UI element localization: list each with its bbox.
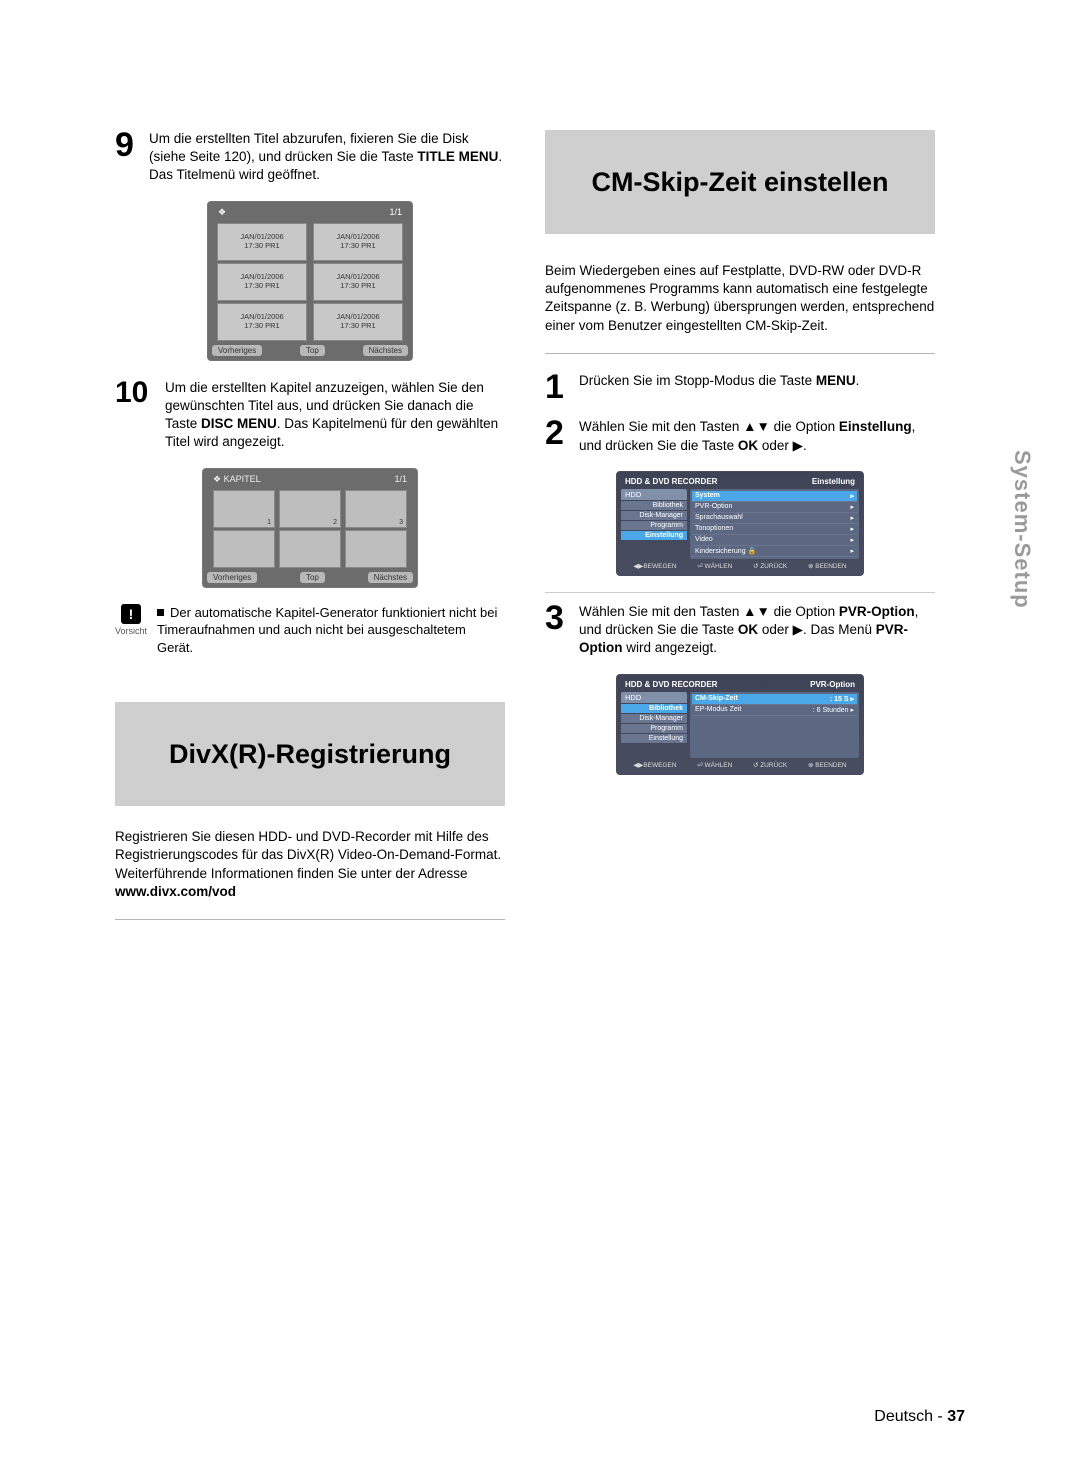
prev-button: Vorheriges xyxy=(207,572,257,583)
step-text: Drücken Sie im Stopp-Modus die Taste MEN… xyxy=(579,372,859,403)
side-item: Programm xyxy=(621,521,687,530)
step-3: 3 Wählen Sie mit den Tasten ▲▼ die Optio… xyxy=(545,603,935,658)
side-item: Disk-Manager xyxy=(621,511,687,520)
menu-row: EP-Modus Zeit: 6 Stunden ▸ xyxy=(692,705,857,716)
title-menu-screenshot: ❖ 1/1 JAN/01/200617:30 PR1 JAN/01/200617… xyxy=(207,201,413,361)
prev-button: Vorheriges xyxy=(212,345,262,356)
title-thumb: JAN/01/200617:30 PR1 xyxy=(217,303,307,341)
cmskip-section-title: CM-Skip-Zeit einstellen xyxy=(545,130,935,234)
title-thumb: JAN/01/200617:30 PR1 xyxy=(313,263,403,301)
menu-row: CM-Skip-Zeit: 15 S ▸ xyxy=(692,694,857,705)
menu-row: System▸ xyxy=(692,491,857,502)
next-button: Nächstes xyxy=(368,572,413,583)
page-indicator: 1/1 xyxy=(394,474,407,485)
step-number: 9 xyxy=(115,130,141,185)
osd-panel-settings: HDD & DVD RECORDER Einstellung HDD Bibli… xyxy=(616,471,864,576)
caution-text: Der automatische Kapitel-Generator funkt… xyxy=(157,604,505,657)
side-item-selected: Bibliothek xyxy=(621,704,687,713)
step-text: Um die erstellten Kapitel anzuzeigen, wä… xyxy=(165,379,505,452)
side-item: Disk-Manager xyxy=(621,714,687,723)
page-indicator: 1/1 xyxy=(389,207,402,218)
chapter-thumb: 1 xyxy=(213,490,275,528)
top-button: Top xyxy=(300,572,325,583)
menu-row: Video▸ xyxy=(692,535,857,546)
step-text: Wählen Sie mit den Tasten ▲▼ die Option … xyxy=(579,418,935,454)
chapter-thumb xyxy=(279,530,341,568)
section-side-tab: System-Setup xyxy=(1009,450,1035,609)
menu-row: PVR-Option▸ xyxy=(692,502,857,513)
menu-row: Kindersicherung 🔒▸ xyxy=(692,546,857,557)
step-10: 10 Um die erstellten Kapitel anzuzeigen,… xyxy=(115,379,505,452)
side-item: Bibliothek xyxy=(621,501,687,510)
top-button: Top xyxy=(300,345,325,356)
panel-footer-hints: ◀▶BEWEGEN ⏎ WÄHLEN ↺ ZURÜCK ⊗ BEENDEN xyxy=(621,559,859,571)
kapitel-head: ❖ KAPITEL xyxy=(213,474,261,485)
divx-section-title: DivX(R)-Registrierung xyxy=(115,702,505,806)
divider xyxy=(545,592,935,593)
menu-row: Tonoptionen▸ xyxy=(692,524,857,535)
page-footer: Deutsch - 37 xyxy=(874,1408,965,1426)
right-column: CM-Skip-Zeit einstellen Beim Wiedergeben… xyxy=(545,130,935,938)
step-2: 2 Wählen Sie mit den Tasten ▲▼ die Optio… xyxy=(545,418,935,454)
side-item: Programm xyxy=(621,724,687,733)
chapter-thumb: 3 xyxy=(345,490,407,528)
divider xyxy=(545,353,935,354)
chapter-thumb xyxy=(213,530,275,568)
step-9: 9 Um die erstellten Titel abzurufen, fix… xyxy=(115,130,505,185)
step-number: 1 xyxy=(545,372,571,403)
step-number: 10 xyxy=(115,379,157,452)
caution-icon: ! Vorsicht xyxy=(115,604,147,636)
side-head: HDD xyxy=(621,489,687,500)
side-item: Einstellung xyxy=(621,734,687,743)
step-number: 3 xyxy=(545,603,571,658)
osd-panel-pvr: HDD & DVD RECORDER PVR-Option HDD Biblio… xyxy=(616,674,864,775)
side-head: HDD xyxy=(621,692,687,703)
title-thumb: JAN/01/200617:30 PR1 xyxy=(313,223,403,261)
chapter-thumb: 2 xyxy=(279,490,341,528)
chapter-menu-screenshot: ❖ KAPITEL 1/1 1 2 3 Vorheriges Top Nächs… xyxy=(202,468,418,588)
glyph-icon: ❖ xyxy=(218,207,226,218)
panel-breadcrumb: PVR-Option xyxy=(810,680,855,689)
title-thumb: JAN/01/200617:30 PR1 xyxy=(313,303,403,341)
menu-row: Sprachauswahl▸ xyxy=(692,513,857,524)
cmskip-paragraph: Beim Wiedergeben eines auf Festplatte, D… xyxy=(545,262,935,335)
manual-page: System-Setup 9 Um die erstellten Titel a… xyxy=(0,0,1080,1481)
step-number: 2 xyxy=(545,418,571,454)
panel-title: HDD & DVD RECORDER xyxy=(625,477,717,486)
step-text: Um die erstellten Titel abzurufen, fixie… xyxy=(149,130,505,185)
title-thumb: JAN/01/200617:30 PR1 xyxy=(217,223,307,261)
side-item-selected: Einstellung xyxy=(621,531,687,540)
chapter-thumb xyxy=(345,530,407,568)
title-thumb: JAN/01/200617:30 PR1 xyxy=(217,263,307,301)
panel-title: HDD & DVD RECORDER xyxy=(625,680,717,689)
panel-footer-hints: ◀▶BEWEGEN ⏎ WÄHLEN ↺ ZURÜCK ⊗ BEENDEN xyxy=(621,758,859,770)
step-text: Wählen Sie mit den Tasten ▲▼ die Option … xyxy=(579,603,935,658)
left-column: 9 Um die erstellten Titel abzurufen, fix… xyxy=(115,130,505,938)
step-1: 1 Drücken Sie im Stopp-Modus die Taste M… xyxy=(545,372,935,403)
square-bullet-icon xyxy=(157,609,164,616)
caution-note: ! Vorsicht Der automatische Kapitel-Gene… xyxy=(115,604,505,657)
next-button: Nächstes xyxy=(363,345,408,356)
panel-breadcrumb: Einstellung xyxy=(812,477,855,486)
divx-paragraph: Registrieren Sie diesen HDD- und DVD-Rec… xyxy=(115,828,505,901)
divider xyxy=(115,919,505,920)
